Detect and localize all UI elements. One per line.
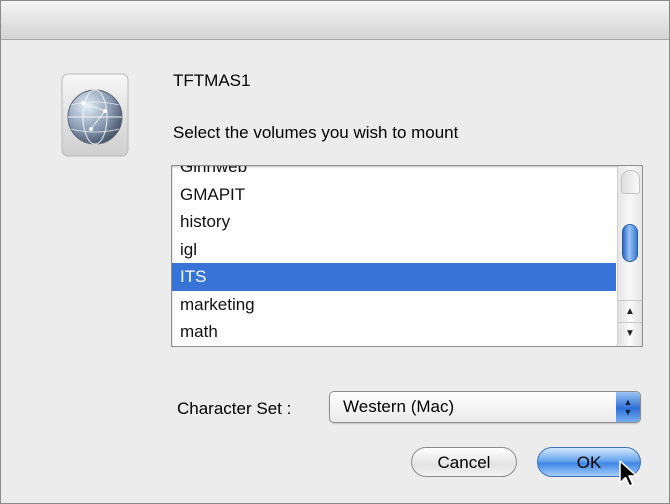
arrow-cursor-icon [618, 459, 640, 489]
server-name: TFTMAS1 [173, 71, 251, 90]
character-set-label: Character Set : [177, 399, 292, 418]
up-down-arrows-icon: ▲ ▼ [616, 392, 640, 422]
cancel-button[interactable]: Cancel [411, 447, 517, 477]
volume-list-scrollbar[interactable]: ▲ ▼ [617, 166, 642, 346]
volume-list-viewport: Ginnweb GMAPIT history igl ITS marketing… [172, 166, 616, 346]
volume-item[interactable]: marketing [172, 291, 616, 319]
volume-list[interactable]: Ginnweb GMAPIT history igl ITS marketing… [171, 165, 643, 347]
character-set-value: Western (Mac) [343, 397, 455, 416]
scrollbar-thumb[interactable] [622, 224, 638, 262]
volume-item[interactable]: ITS [172, 263, 616, 291]
scroll-up-arrow-icon[interactable]: ▲ [618, 300, 642, 323]
volume-item[interactable]: GMAPIT [172, 181, 616, 209]
character-set-popup[interactable]: Western (Mac) ▲ ▼ [329, 391, 641, 423]
scrollbar-track-cap [621, 170, 640, 194]
volume-item[interactable]: igl [172, 236, 616, 264]
volume-item[interactable]: math [172, 318, 616, 346]
volume-item[interactable]: history [172, 208, 616, 236]
mount-prompt: Select the volumes you wish to mount [173, 123, 459, 142]
volume-list-items: Ginnweb GMAPIT history igl ITS marketing… [172, 166, 616, 346]
volume-item[interactable]: Ginnweb [172, 166, 616, 181]
scroll-down-arrow-icon[interactable]: ▼ [618, 322, 642, 345]
dialog-title-bar [1, 1, 669, 40]
network-globe-icon [61, 73, 129, 157]
mount-volumes-dialog: TFTMAS1 Select the volumes you wish to m… [0, 0, 670, 504]
